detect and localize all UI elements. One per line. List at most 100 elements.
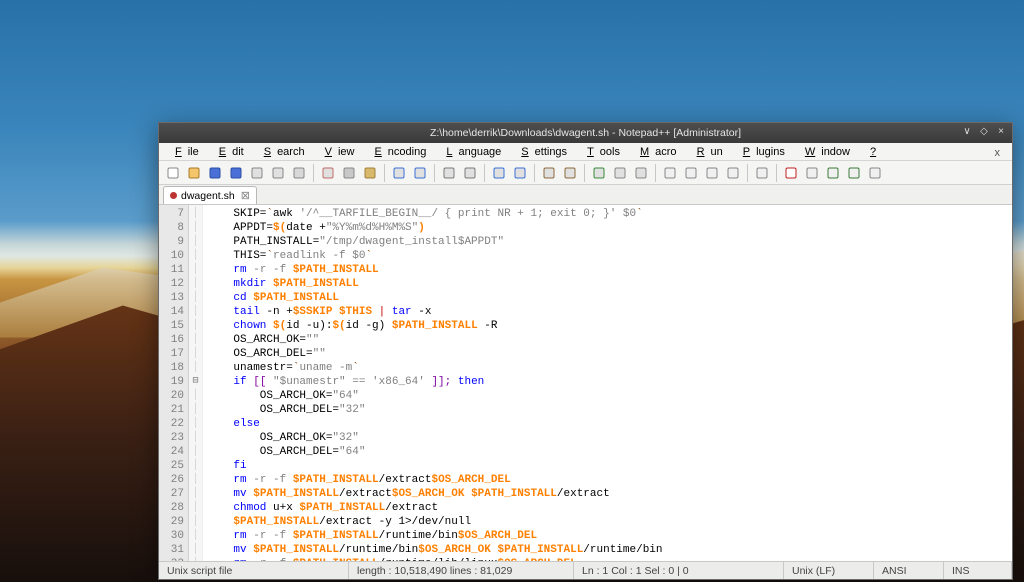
save-macro-icon	[868, 166, 882, 180]
tab-close-icon[interactable]: ⊠	[239, 189, 250, 202]
code-line[interactable]: $PATH_INSTALL/extract -y 1>/dev/null	[207, 515, 1008, 529]
zoom-out-icon	[513, 166, 527, 180]
folder-panel-button[interactable]	[723, 163, 743, 183]
code-line[interactable]: OS_ARCH_DEL=""	[207, 347, 1008, 361]
menu-help[interactable]: ?	[858, 145, 888, 159]
doc-map-button[interactable]	[681, 163, 701, 183]
status-eol[interactable]: Unix (LF)	[784, 562, 874, 579]
code-line[interactable]: cd $PATH_INSTALL	[207, 291, 1008, 305]
maximize-icon[interactable]: ◇	[977, 125, 991, 139]
save-macro-button[interactable]	[865, 163, 885, 183]
new-button[interactable]	[163, 163, 183, 183]
menu-language[interactable]: Language	[434, 145, 507, 159]
tabbar: dwagent.sh ⊠	[159, 185, 1012, 205]
play-button[interactable]	[823, 163, 843, 183]
menu-plugins[interactable]: Plugins	[731, 145, 791, 159]
close-button[interactable]	[247, 163, 267, 183]
code-line[interactable]: OS_ARCH_OK="64"	[207, 389, 1008, 403]
menu-encoding[interactable]: Encoding	[362, 145, 432, 159]
play-multi-icon	[847, 166, 861, 180]
menu-search[interactable]: Search	[252, 145, 311, 159]
sync-v-button[interactable]	[539, 163, 559, 183]
menu-run[interactable]: Run	[685, 145, 729, 159]
zoom-out-button[interactable]	[510, 163, 530, 183]
code-line[interactable]: rm -r -f $PATH_INSTALL	[207, 263, 1008, 277]
menu-file[interactable]: File	[163, 145, 205, 159]
lang-udf-button[interactable]	[660, 163, 680, 183]
folder-panel-icon	[726, 166, 740, 180]
sync-h-button[interactable]	[560, 163, 580, 183]
code-line[interactable]: rm -r -f $PATH_INSTALL/extract$OS_ARCH_D…	[207, 473, 1008, 487]
status-mode[interactable]: INS	[944, 562, 1012, 579]
code-line[interactable]: OS_ARCH_OK="32"	[207, 431, 1008, 445]
code-line[interactable]: else	[207, 417, 1008, 431]
code-line[interactable]: mv $PATH_INSTALL/extract$OS_ARCH_OK $PAT…	[207, 487, 1008, 501]
tab-dwagent[interactable]: dwagent.sh ⊠	[163, 186, 257, 204]
menubar: FileEditSearchViewEncodingLanguageSettin…	[159, 143, 1012, 161]
replace-button[interactable]	[460, 163, 480, 183]
code-line[interactable]: APPDT=$(date +"%Y%m%d%H%M%S")	[207, 221, 1008, 235]
minimize-icon[interactable]: ∨	[960, 125, 974, 139]
code-line[interactable]: rm -r -f $PATH_INSTALL/runtime/bin$OS_AR…	[207, 529, 1008, 543]
all-chars-button[interactable]	[610, 163, 630, 183]
code-line[interactable]: PATH_INSTALL="/tmp/dwagent_install$APPDT…	[207, 235, 1008, 249]
code-line[interactable]: tail -n +$SSKIP $THIS | tar -x	[207, 305, 1008, 319]
redo-button[interactable]	[410, 163, 430, 183]
print-button[interactable]	[289, 163, 309, 183]
menu-macro[interactable]: Macro	[628, 145, 683, 159]
code-line[interactable]: if [[ "$unamestr" == 'x86_64' ]]; then	[207, 375, 1008, 389]
find-button[interactable]	[439, 163, 459, 183]
status-encoding[interactable]: ANSI	[874, 562, 944, 579]
undo-button[interactable]	[389, 163, 409, 183]
menu-window[interactable]: Window	[793, 145, 856, 159]
fold-column[interactable]: ││││││││││││⊟│││││││││││││││││││││││⊟││	[189, 205, 203, 561]
app-window: Z:\home\derrik\Downloads\dwagent.sh - No…	[158, 122, 1013, 580]
editor[interactable]: 7891011121314151617181920212223242526272…	[159, 205, 1012, 561]
menu-settings[interactable]: Settings	[509, 145, 573, 159]
menu-edit[interactable]: Edit	[207, 145, 250, 159]
close-all-button[interactable]	[268, 163, 288, 183]
code-line[interactable]: chown $(id -u):$(id -g) $PATH_INSTALL -R	[207, 319, 1008, 333]
doc-map-icon	[684, 166, 698, 180]
save-icon	[208, 166, 222, 180]
func-list-icon	[705, 166, 719, 180]
cut-button[interactable]	[318, 163, 338, 183]
window-title: Z:\home\derrik\Downloads\dwagent.sh - No…	[430, 127, 741, 139]
code-line[interactable]: chmod u+x $PATH_INSTALL/extract	[207, 501, 1008, 515]
code-line[interactable]: THIS=`readlink -f $0`	[207, 249, 1008, 263]
code-line[interactable]: OS_ARCH_DEL="32"	[207, 403, 1008, 417]
monitor-button[interactable]	[752, 163, 772, 183]
code-area[interactable]: SKIP=`awk '/^__TARFILE_BEGIN__/ { print …	[203, 205, 1012, 561]
save-all-button[interactable]	[226, 163, 246, 183]
close-icon[interactable]: ×	[994, 125, 1008, 139]
find-icon	[442, 166, 456, 180]
indent-guide-icon	[634, 166, 648, 180]
code-line[interactable]: OS_ARCH_OK=""	[207, 333, 1008, 347]
code-line[interactable]: SKIP=`awk '/^__TARFILE_BEGIN__/ { print …	[207, 207, 1008, 221]
pane-close-button[interactable]: x	[995, 147, 1001, 159]
lang-udf-icon	[663, 166, 677, 180]
stop-button[interactable]	[802, 163, 822, 183]
code-line[interactable]: unamestr=`uname -m`	[207, 361, 1008, 375]
code-line[interactable]: mkdir $PATH_INSTALL	[207, 277, 1008, 291]
copy-button[interactable]	[339, 163, 359, 183]
code-line[interactable]: mv $PATH_INSTALL/runtime/bin$OS_ARCH_OK …	[207, 543, 1008, 557]
paste-button[interactable]	[360, 163, 380, 183]
record-icon	[784, 166, 798, 180]
titlebar[interactable]: Z:\home\derrik\Downloads\dwagent.sh - No…	[159, 123, 1012, 143]
indent-guide-button[interactable]	[631, 163, 651, 183]
open-button[interactable]	[184, 163, 204, 183]
zoom-in-button[interactable]	[489, 163, 509, 183]
func-list-button[interactable]	[702, 163, 722, 183]
menu-view[interactable]: View	[313, 145, 361, 159]
save-button[interactable]	[205, 163, 225, 183]
word-wrap-button[interactable]	[589, 163, 609, 183]
menu-tools[interactable]: Tools	[575, 145, 626, 159]
play-multi-button[interactable]	[844, 163, 864, 183]
status-filetype: Unix script file	[159, 562, 349, 579]
code-line[interactable]: fi	[207, 459, 1008, 473]
record-button[interactable]	[781, 163, 801, 183]
paste-icon	[363, 166, 377, 180]
code-line[interactable]: OS_ARCH_DEL="64"	[207, 445, 1008, 459]
save-all-icon	[229, 166, 243, 180]
